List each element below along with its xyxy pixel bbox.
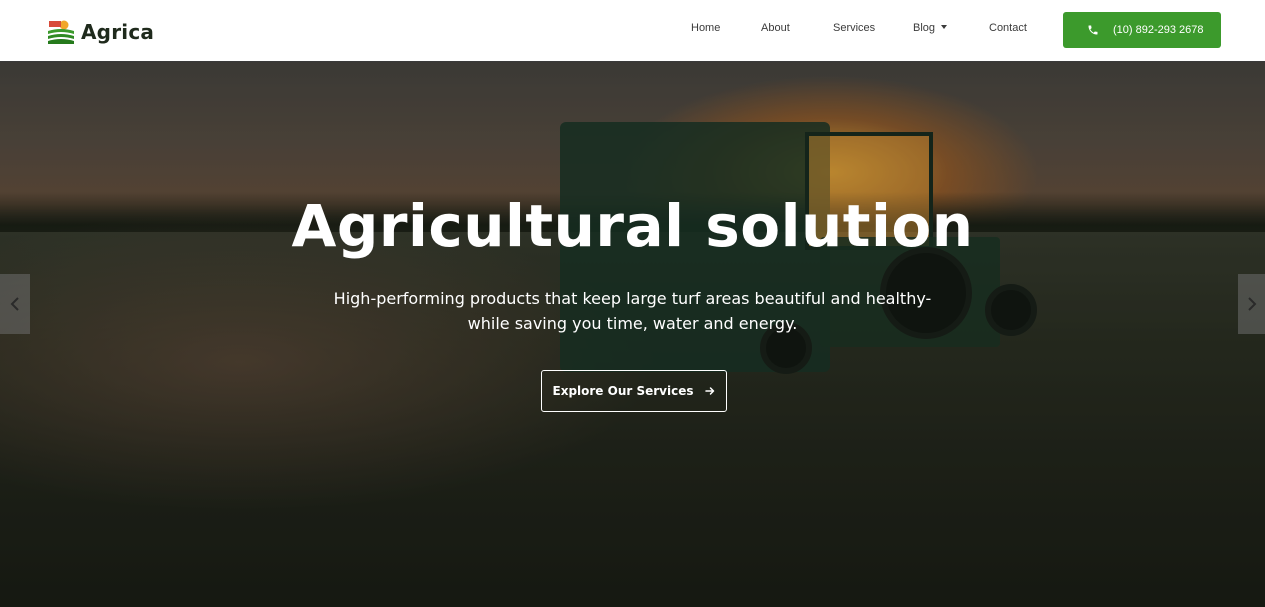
hero-slider: Agricultural solution High-performing pr… bbox=[0, 62, 1265, 607]
nav-blog-label: Blog bbox=[913, 22, 936, 34]
hero-subtitle: High-performing products that keep large… bbox=[0, 286, 1265, 336]
phone-button[interactable]: (10) 892-293 2678 bbox=[1063, 12, 1221, 48]
explore-services-label: Explore Our Services bbox=[552, 384, 694, 398]
nav-contact[interactable]: Contact bbox=[989, 22, 1027, 34]
navbar: Agrica Home About Services Blog Contact … bbox=[0, 0, 1265, 62]
hero-subtitle-line-2: while saving you time, water and energy. bbox=[467, 314, 798, 333]
nav-services[interactable]: Services bbox=[833, 22, 875, 34]
slider-next-button[interactable] bbox=[1238, 274, 1265, 334]
hero-subtitle-line-1: High-performing products that keep large… bbox=[333, 289, 932, 308]
hero-title: Agricultural solution bbox=[291, 192, 974, 260]
chevron-down-icon bbox=[941, 25, 948, 30]
explore-services-button[interactable]: Explore Our Services bbox=[541, 370, 727, 412]
phone-icon bbox=[1088, 25, 1098, 35]
slider-prev-button[interactable] bbox=[0, 274, 30, 334]
chevron-right-icon bbox=[1247, 297, 1256, 311]
nav-about[interactable]: About bbox=[761, 22, 790, 34]
phone-number: (10) 892-293 2678 bbox=[1113, 24, 1204, 36]
arrow-right-icon bbox=[704, 387, 714, 395]
chevron-left-icon bbox=[10, 297, 19, 311]
nav-blog[interactable]: Blog bbox=[913, 22, 948, 34]
nav-home[interactable]: Home bbox=[691, 22, 720, 34]
